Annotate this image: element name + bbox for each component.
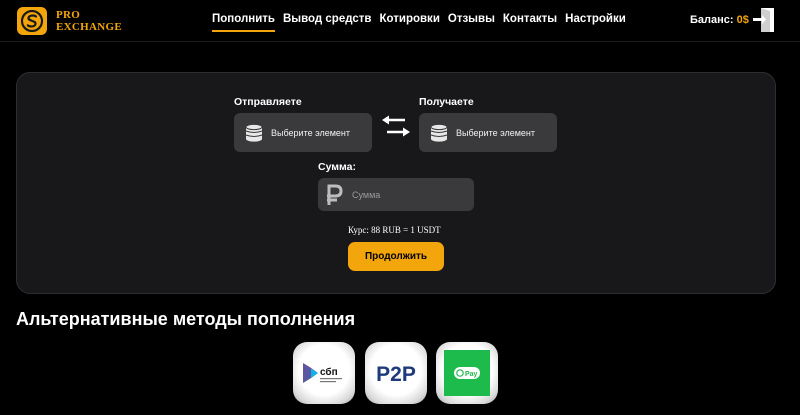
alternatives-title: Альтернативные методы пополнения [16,309,356,329]
receive-select-text: Выберите элемент [456,127,536,138]
nav-item-reviews[interactable]: Отзывы [448,13,495,32]
pay-payment-button[interactable]: Pay [436,342,498,404]
swap-arrows-icon[interactable] [379,113,413,139]
send-currency-select[interactable]: Выберите элемент [234,113,372,152]
nav-item-withdraw[interactable]: Вывод средств [283,13,371,32]
send-label: Отправляете [234,96,302,108]
balance-value: 0$ [736,14,749,26]
main-nav: Пополнить Вывод средств Котировки Отзывы… [212,13,634,32]
sbp-logo-icon: сбп [303,363,342,383]
logo-text[interactable]: PRO EXCHANGE [56,9,122,33]
logo-line-1: PRO [56,9,81,21]
sum-label: Сумма: [318,161,357,173]
nav-item-quotes[interactable]: Котировки [379,13,439,32]
continue-button[interactable]: Продолжить [348,242,444,271]
balance-label: Баланс: [690,14,734,26]
p2p-payment-button[interactable]: P2P [365,342,427,404]
p2p-label: P2P [376,363,416,386]
nav-item-contacts[interactable]: Контакты [503,13,557,32]
send-select-text: Выберите элемент [271,127,351,138]
nav-item-settings[interactable]: Настройки [565,13,626,32]
receive-currency-select[interactable]: Выберите элемент [419,113,557,152]
p2p-logo-icon: P2P [376,363,416,386]
ruble-icon [327,184,343,205]
sum-field[interactable] [318,178,474,211]
logout-icon[interactable] [752,6,776,34]
pay-logo-icon: Pay [444,350,490,396]
sbp-payment-button[interactable]: сбп [293,342,355,404]
nav-item-deposit[interactable]: Пополнить [212,13,275,32]
pay-label: Pay [465,371,478,378]
logo-line-2: EXCHANGE [56,21,122,33]
balance: Баланс: 0$ [690,14,749,26]
sum-input[interactable] [352,189,462,200]
coins-icon [430,123,448,142]
coins-icon [245,123,263,142]
top-bar: PRO EXCHANGE Пополнить Вывод средств Кот… [0,0,800,42]
receive-label: Получаете [419,96,474,108]
rate-text: Курс: 88 RUB = 1 USDT [348,225,441,235]
sbp-label: сбп [320,366,338,378]
logo-icon[interactable] [17,7,47,35]
